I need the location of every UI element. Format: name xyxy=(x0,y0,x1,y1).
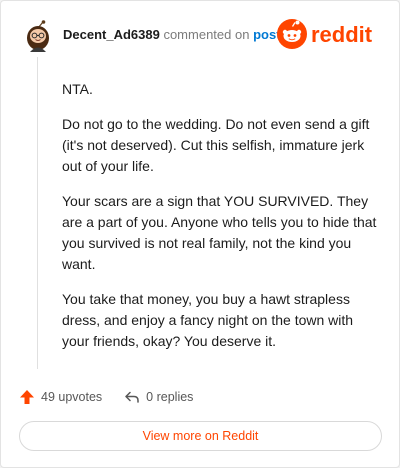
comment-body: NTA. Do not go to the wedding. Do not ev… xyxy=(62,79,384,366)
comment-paragraph: You take that money, you buy a hawt stra… xyxy=(62,291,354,349)
upvotes-count: 49 upvotes xyxy=(41,390,103,404)
comment-paragraph: Your scars are a sign that YOU SURVIVED.… xyxy=(62,193,377,272)
username-link[interactable]: Decent_Ad6389 xyxy=(63,27,160,42)
commented-on-text: commented on xyxy=(163,27,250,42)
replies-count: 0 replies xyxy=(146,390,194,404)
comment-meta: Decent_Ad6389 commented on post xyxy=(63,27,281,42)
comment-embed-card: Decent_Ad6389 commented on post reddit N… xyxy=(0,0,400,468)
comment-paragraph: NTA. xyxy=(62,81,93,97)
replies-button[interactable]: 0 replies xyxy=(124,389,193,405)
snoo-icon xyxy=(277,19,307,49)
view-more-button[interactable]: View more on Reddit xyxy=(19,421,382,451)
user-avatar[interactable] xyxy=(21,19,55,53)
reply-arrow-icon xyxy=(125,391,139,403)
upvote-button[interactable]: 49 upvotes xyxy=(19,389,102,405)
comment-paragraph: Do not go to the wedding. Do not even se… xyxy=(62,116,370,174)
reddit-logo[interactable]: reddit xyxy=(277,17,383,51)
upvote-arrow-icon xyxy=(20,390,34,404)
comment-header: Decent_Ad6389 commented on post reddit xyxy=(21,15,383,55)
reddit-wordmark: reddit xyxy=(311,22,373,47)
comment-actions: 49 upvotes 0 replies xyxy=(19,387,193,407)
thread-line[interactable] xyxy=(37,57,38,369)
